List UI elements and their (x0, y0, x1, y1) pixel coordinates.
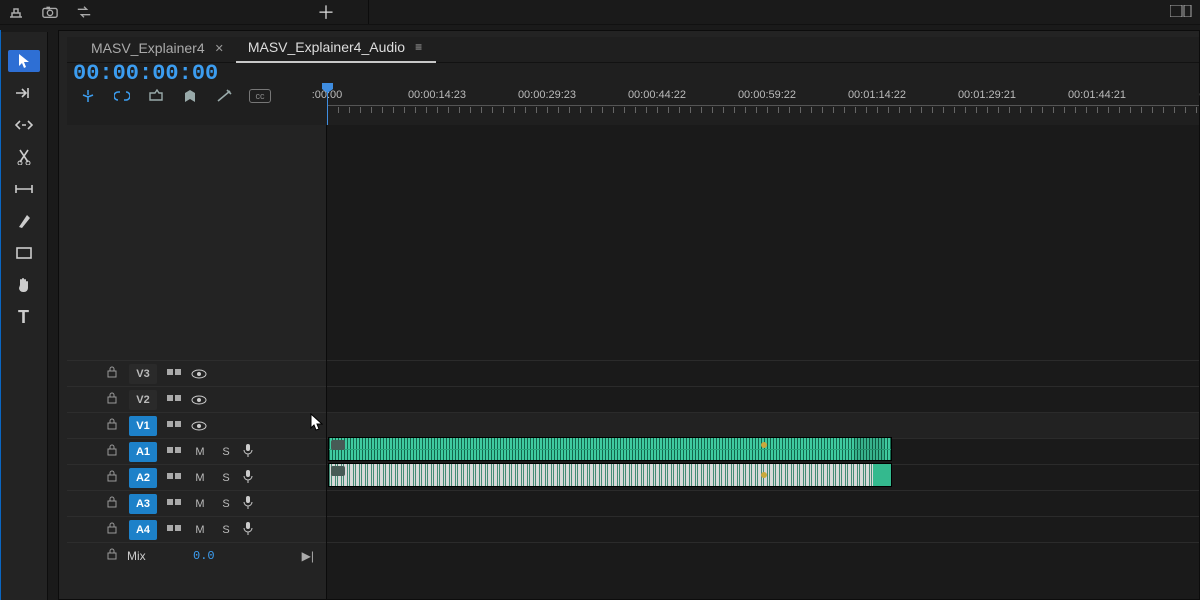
solo-button[interactable]: S (217, 524, 235, 536)
timeline-settings-icon[interactable] (215, 87, 233, 105)
voiceover-icon[interactable] (243, 443, 261, 460)
ruler-tick-label: 00:01:29:21 (958, 89, 1016, 101)
audio-clip-a2[interactable] (328, 463, 892, 487)
ruler-tick-label: 00:00:59:22 (738, 89, 796, 101)
toggle-sync-icon[interactable] (165, 523, 183, 536)
lock-icon[interactable] (107, 470, 121, 485)
insert-marker-icon[interactable] (147, 87, 165, 105)
snap-icon[interactable] (79, 87, 97, 105)
toggle-visibility-icon[interactable] (191, 418, 209, 434)
layout-toggle-icon[interactable] (1170, 5, 1192, 20)
track-content[interactable] (327, 125, 1199, 599)
top-toolbar: ＋ (0, 0, 1200, 25)
lock-icon[interactable] (107, 366, 121, 381)
track-label[interactable]: V3 (129, 364, 157, 384)
panel-menu-icon[interactable]: ≡ (415, 40, 424, 54)
mix-label: Mix (127, 549, 183, 563)
sequence-tabs: MASV_Explainer4 ✕ MASV_Explainer4_Audio ≡ (67, 37, 1199, 63)
toggle-visibility-icon[interactable] (191, 392, 209, 408)
timeline-controls: cc (71, 86, 325, 106)
mute-button[interactable]: M (191, 524, 209, 536)
lock-icon[interactable] (107, 444, 121, 459)
camera-icon[interactable] (42, 4, 58, 20)
mix-track-header[interactable]: Mix 0.0 ▶| (67, 542, 326, 568)
track-select-forward-tool[interactable] (8, 82, 40, 104)
mix-value[interactable]: 0.0 (193, 549, 215, 563)
hand-tool[interactable] (8, 274, 40, 296)
ruler-tick-label: 00:00:44:22 (628, 89, 686, 101)
go-to-end-icon[interactable]: ▶| (302, 549, 314, 563)
razor-tool[interactable] (8, 146, 40, 168)
marker-icon[interactable] (181, 87, 199, 105)
ruler-tick-label: 00:00:14:23 (408, 89, 466, 101)
track-label[interactable]: V2 (129, 390, 157, 410)
timeline-panel: MASV_Explainer4 ✕ MASV_Explainer4_Audio ≡ 0… (58, 30, 1200, 600)
tab-label: MASV_Explainer4 (91, 40, 205, 56)
video-track-header[interactable]: V3 (67, 360, 326, 386)
captions-icon[interactable]: cc (249, 89, 271, 103)
solo-button[interactable]: S (217, 446, 235, 458)
toggle-sync-icon[interactable] (165, 393, 183, 406)
linked-selection-icon[interactable] (113, 87, 131, 105)
mute-button[interactable]: M (191, 472, 209, 484)
ripple-edit-tool[interactable] (8, 114, 40, 136)
video-track-header[interactable]: V2 (67, 386, 326, 412)
solo-button[interactable]: S (217, 472, 235, 484)
ruler-tick-label: 00:01:44:21 (1068, 89, 1126, 101)
track-label[interactable]: A1 (129, 442, 157, 462)
audio-track-header[interactable]: A1 MS (67, 438, 326, 464)
toggle-sync-icon[interactable] (165, 367, 183, 380)
lock-icon[interactable] (107, 522, 121, 537)
time-ruler[interactable]: :00:0000:00:14:2300:00:29:2300:00:44:220… (327, 89, 1199, 123)
solo-button[interactable]: S (217, 498, 235, 510)
track-label[interactable]: A2 (129, 468, 157, 488)
voiceover-icon[interactable] (243, 495, 261, 512)
track-label[interactable]: A3 (129, 494, 157, 514)
audio-clip-a1[interactable] (328, 437, 892, 461)
voiceover-icon[interactable] (243, 469, 261, 486)
mute-button[interactable]: M (191, 498, 209, 510)
toggle-visibility-icon[interactable] (191, 366, 209, 382)
toggle-sync-icon[interactable] (165, 445, 183, 458)
audio-track-header[interactable]: A3 MS (67, 490, 326, 516)
track-label[interactable]: V1 (129, 416, 157, 436)
add-panel-button[interactable]: ＋ (318, 4, 334, 20)
selection-tool[interactable] (8, 50, 40, 72)
sequence-tab[interactable]: MASV_Explainer4 ✕ (79, 36, 236, 62)
toggle-sync-icon[interactable] (165, 497, 183, 510)
tracks-area: V3V2V1A1MSA2MSA3MSA4MSMix0.0▶| (67, 125, 1199, 599)
ruler-tick-label: 00:01:14:22 (848, 89, 906, 101)
tab-label: MASV_Explainer4_Audio (248, 39, 405, 55)
mute-button[interactable]: M (191, 446, 209, 458)
ruler-tick-label: 00:00:29:23 (518, 89, 576, 101)
pen-tool[interactable] (8, 210, 40, 232)
close-icon[interactable]: ✕ (215, 42, 224, 55)
current-timecode[interactable]: 00:00:00:00 (71, 61, 325, 86)
slip-tool[interactable] (8, 178, 40, 200)
type-tool[interactable]: T (8, 306, 40, 328)
toggle-sync-icon[interactable] (165, 419, 183, 432)
audio-track-header[interactable]: A2 MS (67, 464, 326, 490)
lock-icon[interactable] (107, 496, 121, 511)
audio-track-header[interactable]: A4 MS (67, 516, 326, 542)
tool-strip: T (0, 32, 48, 600)
export-icon[interactable] (8, 4, 24, 20)
video-track-header[interactable]: V1 (67, 412, 326, 438)
track-headers: V3V2V1A1MSA2MSA3MSA4MSMix0.0▶| (67, 125, 327, 599)
sequence-tab[interactable]: MASV_Explainer4_Audio ≡ (236, 35, 436, 63)
lock-icon[interactable] (107, 548, 117, 563)
track-label[interactable]: A4 (129, 520, 157, 540)
voiceover-icon[interactable] (243, 521, 261, 538)
rectangle-tool[interactable] (8, 242, 40, 264)
lock-icon[interactable] (107, 392, 121, 407)
lock-icon[interactable] (107, 418, 121, 433)
swap-icon[interactable] (76, 4, 92, 20)
toggle-sync-icon[interactable] (165, 471, 183, 484)
